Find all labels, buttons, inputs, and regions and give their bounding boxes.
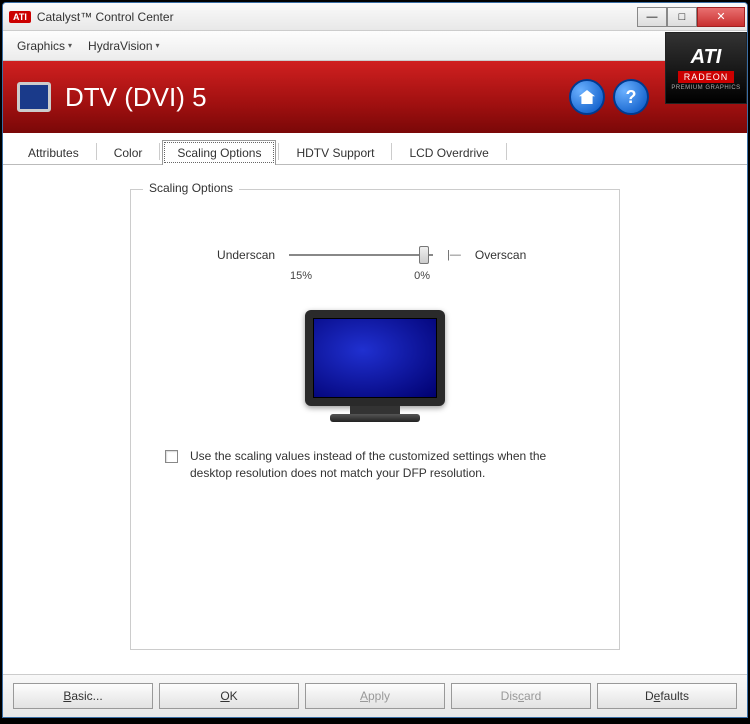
home-icon — [579, 90, 595, 104]
tick-max: 0% — [414, 270, 430, 282]
maximize-button[interactable]: □ — [667, 7, 697, 27]
help-button[interactable]: ? — [613, 79, 649, 115]
button-bar: Basic... OK Apply Discard Defaults — [3, 674, 747, 717]
header-band: DTV (DVI) 5 ? — [3, 61, 747, 133]
use-scaling-label: Use the scaling values instead of the cu… — [190, 448, 585, 483]
titlebar: ATI Catalyst™ Control Center — □ ✕ — [3, 3, 747, 31]
ati-badge-icon: ATI — [9, 11, 31, 23]
monitor-screen-icon — [313, 318, 437, 398]
overscan-label: Overscan — [475, 248, 555, 262]
ok-button[interactable]: OK — [159, 683, 299, 709]
tabbar: Attributes Color Scaling Options HDTV Su… — [3, 133, 747, 165]
menu-hydravision[interactable]: HydraVision ▾ — [80, 35, 168, 57]
tab-scaling-options[interactable]: Scaling Options — [162, 140, 276, 165]
scaling-slider[interactable] — [289, 246, 433, 264]
logo-sub: PREMIUM GRAPHICS — [671, 85, 740, 91]
monitor-icon — [17, 82, 51, 112]
close-button[interactable]: ✕ — [697, 7, 745, 27]
monitor-preview — [159, 310, 591, 420]
window-controls: — □ ✕ — [637, 7, 745, 27]
apply-button[interactable]: Apply — [305, 683, 445, 709]
slider-ticks: 15% 0% — [159, 270, 591, 282]
use-scaling-checkbox[interactable] — [165, 450, 178, 463]
logo-radeon: RADEON — [678, 71, 735, 83]
app-window: ATI Catalyst™ Control Center — □ ✕ Graph… — [2, 2, 748, 718]
content-area: Scaling Options Underscan |— Overscan 15… — [3, 165, 747, 674]
scaling-options-group: Scaling Options Underscan |— Overscan 15… — [130, 189, 620, 650]
tab-hdtv-support[interactable]: HDTV Support — [281, 140, 389, 165]
logo-brand: ATI — [691, 46, 722, 69]
menu-graphics[interactable]: Graphics ▾ — [9, 35, 80, 57]
help-icon: ? — [626, 87, 637, 108]
menubar: Graphics ▾ HydraVision ▾ Options ▾ ATI R… — [3, 31, 747, 61]
page-title: DTV (DVI) 5 — [65, 82, 569, 113]
basic-button[interactable]: Basic... — [13, 683, 153, 709]
tick-min: 15% — [290, 270, 312, 282]
home-button[interactable] — [569, 79, 605, 115]
menu-label: Graphics — [17, 39, 65, 53]
menu-label: HydraVision — [88, 39, 152, 53]
tab-attributes[interactable]: Attributes — [13, 140, 94, 165]
chevron-down-icon: ▾ — [156, 41, 160, 50]
discard-button[interactable]: Discard — [451, 683, 591, 709]
chevron-down-icon: ▾ — [68, 41, 72, 50]
group-title: Scaling Options — [143, 181, 239, 195]
slider-thumb[interactable] — [419, 246, 429, 264]
window-title: Catalyst™ Control Center — [37, 10, 637, 24]
underscan-label: Underscan — [195, 248, 275, 262]
monitor-frame-icon — [305, 310, 445, 406]
tab-lcd-overdrive[interactable]: LCD Overdrive — [394, 140, 503, 165]
tab-color[interactable]: Color — [99, 140, 158, 165]
slider-separator: |— — [447, 249, 461, 261]
defaults-button[interactable]: Defaults — [597, 683, 737, 709]
brand-logo: ATI RADEON PREMIUM GRAPHICS — [665, 32, 747, 104]
use-scaling-values-row: Use the scaling values instead of the cu… — [159, 448, 591, 483]
minimize-button[interactable]: — — [637, 7, 667, 27]
scaling-slider-row: Underscan |— Overscan — [159, 246, 591, 264]
